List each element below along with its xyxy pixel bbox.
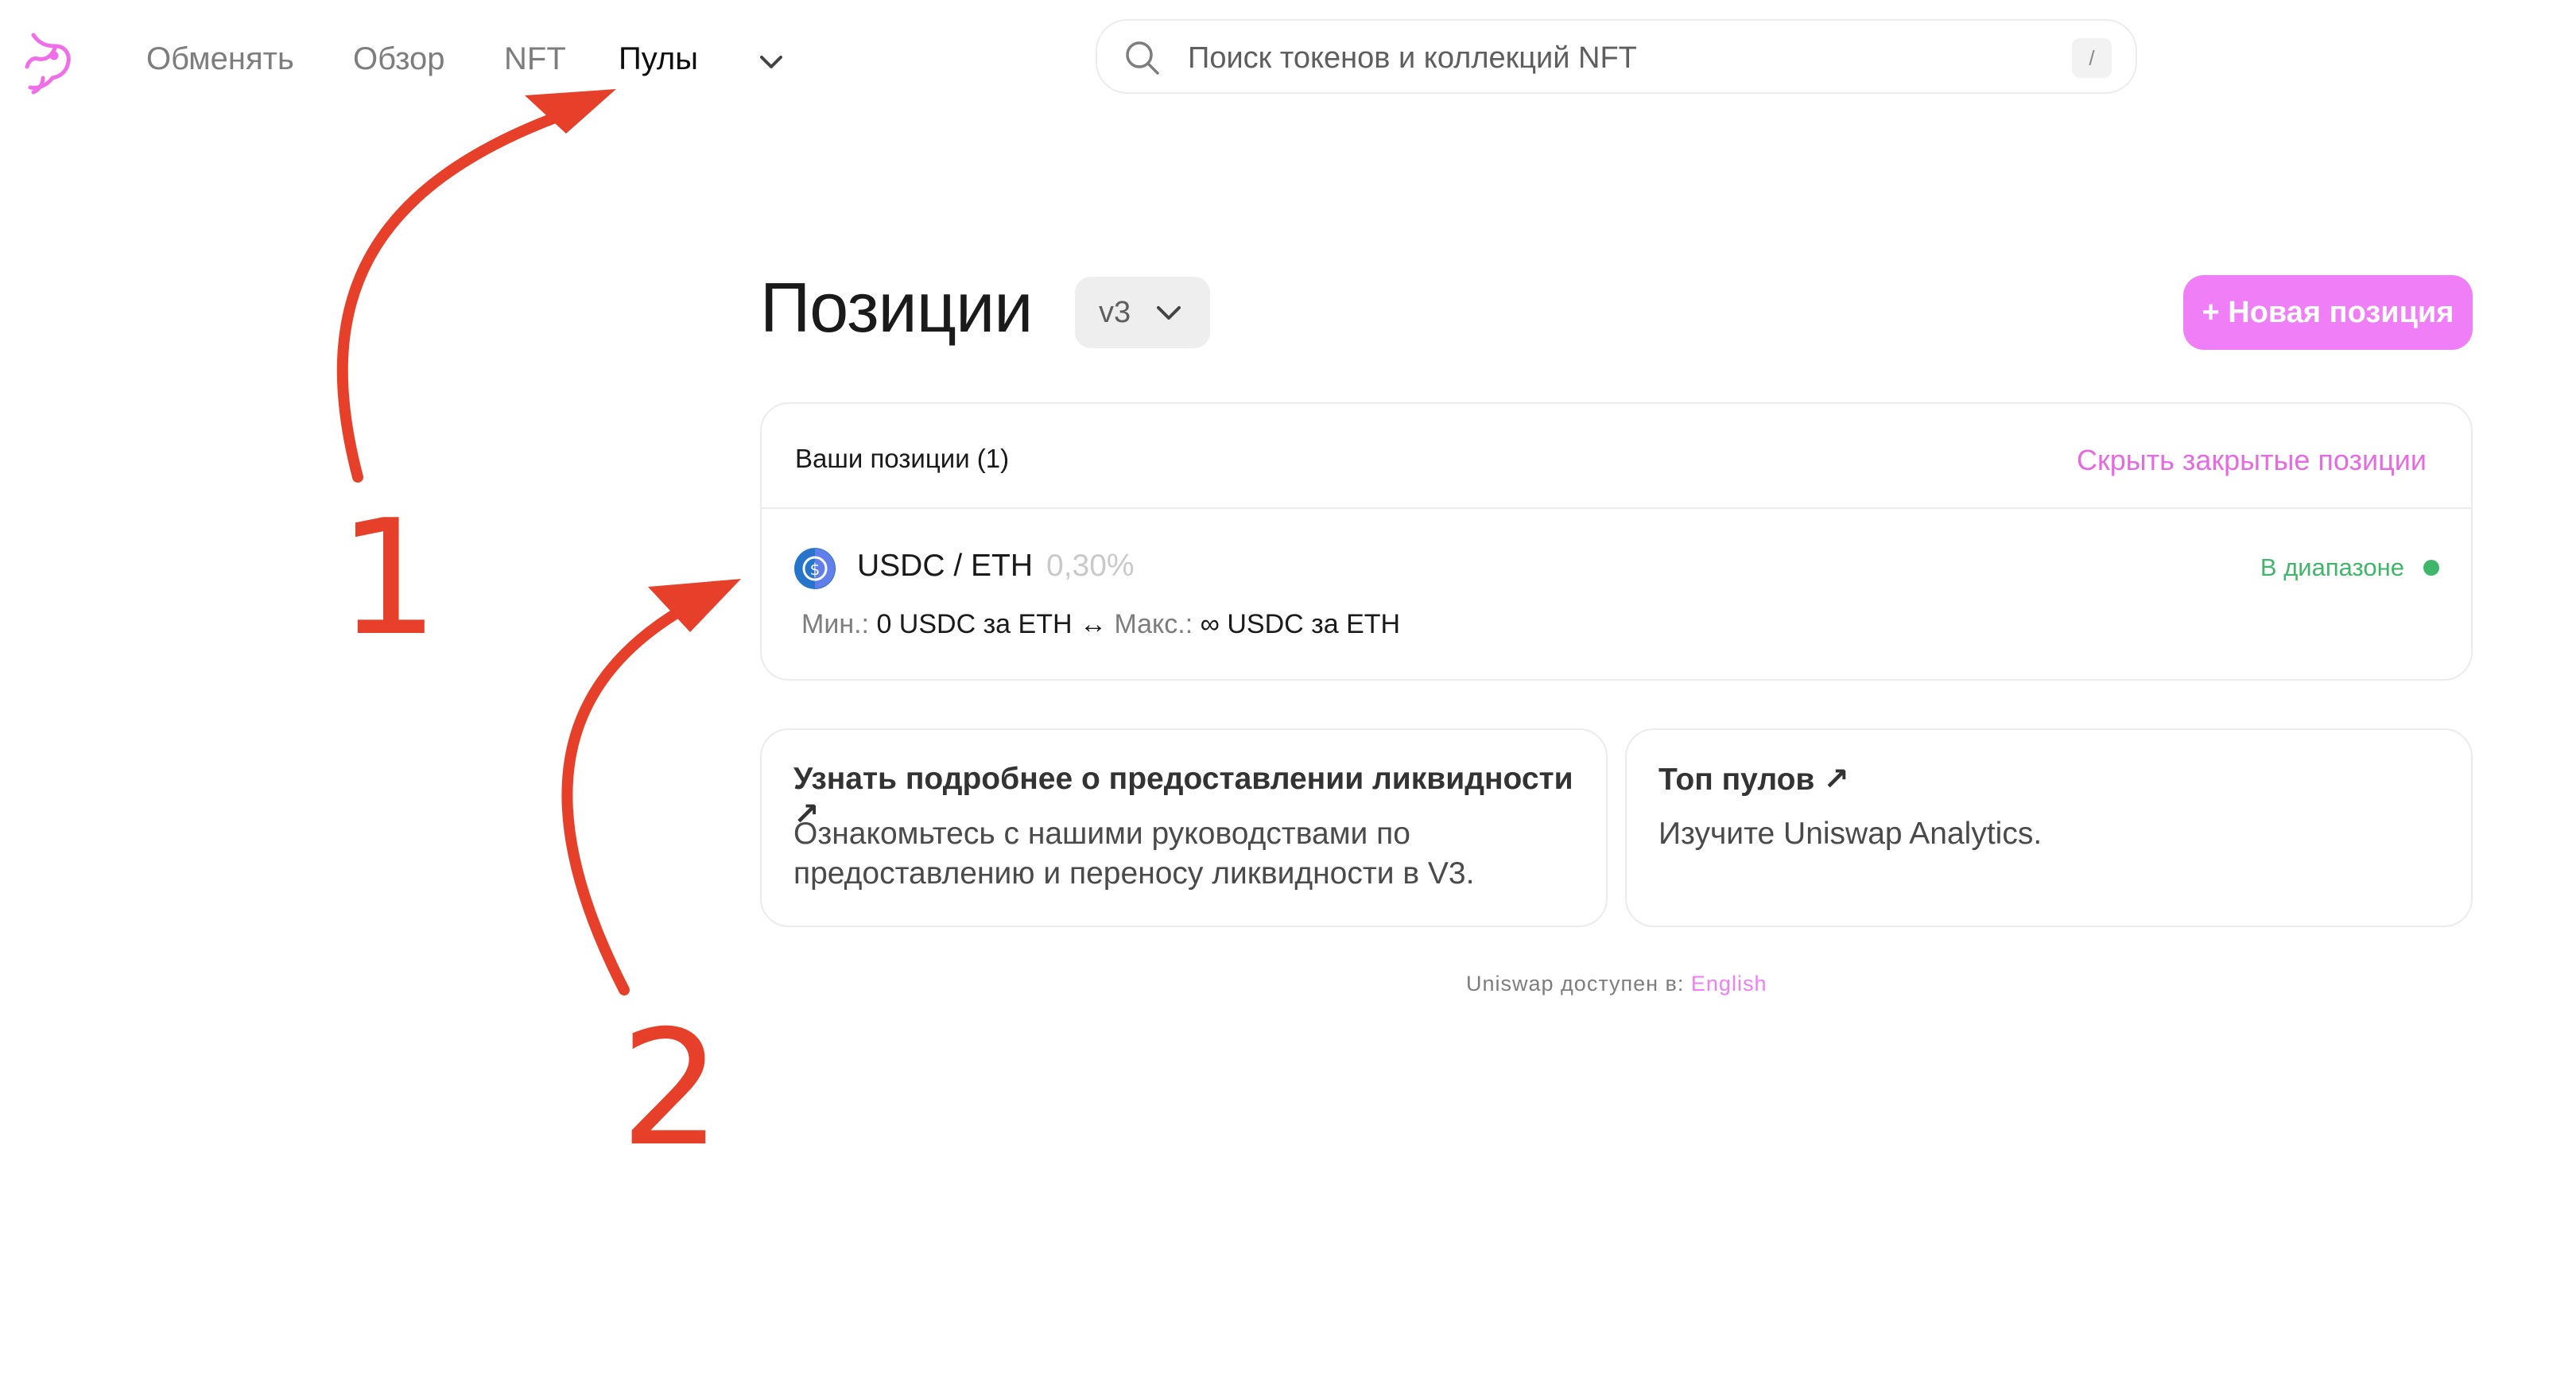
annotation-number-1: 1 (338, 486, 440, 671)
annotation-arrow-2 (561, 599, 697, 996)
annotation-arrows (336, 89, 741, 996)
annotation-arrow-1 (336, 106, 578, 483)
annotation-number-2: 2 (620, 996, 722, 1182)
